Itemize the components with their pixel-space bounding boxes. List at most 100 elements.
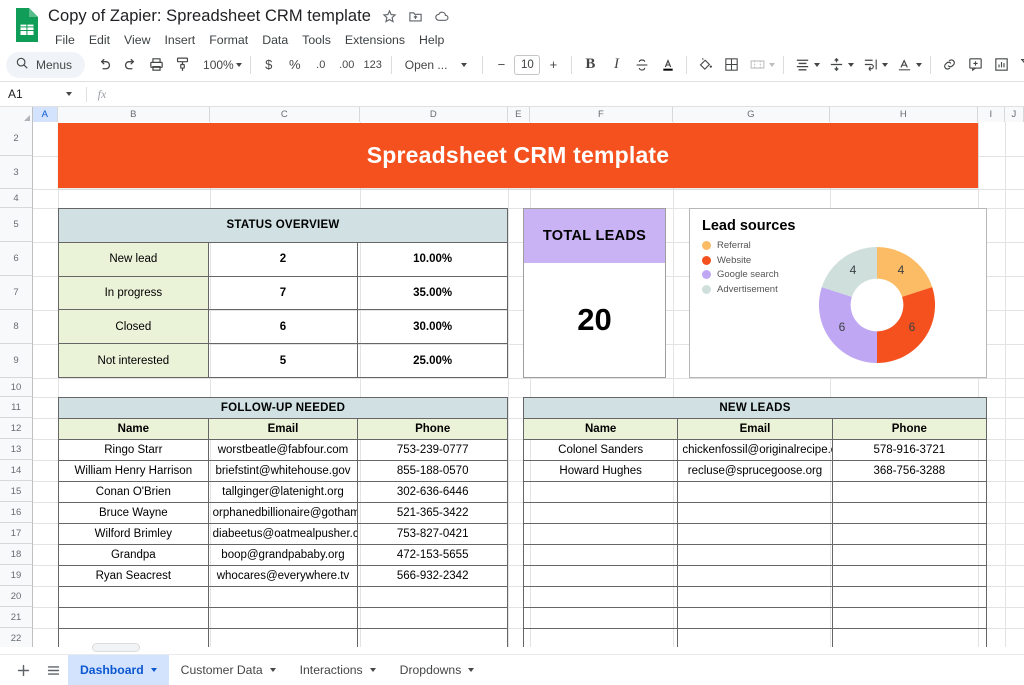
- column-header-d[interactable]: D: [360, 107, 508, 122]
- add-sheet-icon[interactable]: [8, 657, 38, 683]
- cells-area[interactable]: Spreadsheet CRM template STATUS OVERVIEW…: [33, 122, 1024, 647]
- document-title[interactable]: Copy of Zapier: Spreadsheet CRM template: [48, 6, 371, 26]
- row-header-3[interactable]: 3: [0, 156, 32, 189]
- percent-format-button[interactable]: %: [282, 52, 308, 78]
- menu-edit[interactable]: Edit: [82, 30, 117, 51]
- row-header-10[interactable]: 10: [0, 378, 32, 397]
- name-box-chevron-down-icon[interactable]: [66, 92, 72, 96]
- undo-icon[interactable]: [91, 52, 117, 78]
- font-size-input[interactable]: 10: [514, 55, 540, 75]
- increase-font-size-button[interactable]: +: [540, 52, 566, 78]
- fill-color-icon[interactable]: [692, 52, 718, 78]
- row-header-9[interactable]: 9: [0, 344, 32, 378]
- rotation-chevron-down-icon[interactable]: [916, 63, 922, 67]
- menu-format[interactable]: Format: [202, 30, 255, 51]
- insert-link-icon[interactable]: [936, 52, 962, 78]
- more-formats-button[interactable]: 123: [360, 52, 386, 78]
- menu-file[interactable]: File: [48, 30, 82, 51]
- create-filter-icon[interactable]: [1014, 52, 1024, 78]
- row-header-21[interactable]: 21: [0, 607, 32, 628]
- row-header-4[interactable]: 4: [0, 189, 32, 208]
- donut-chart: 4 6 6 4: [779, 238, 976, 371]
- column-header-h[interactable]: H: [830, 107, 978, 122]
- column-header-f[interactable]: F: [530, 107, 673, 122]
- sheet-tab-interactions[interactable]: Interactions: [288, 655, 388, 685]
- sheets-logo-icon[interactable]: [12, 6, 42, 44]
- row-header-5[interactable]: 5: [0, 208, 32, 242]
- insert-chart-icon[interactable]: [988, 52, 1014, 78]
- decrease-font-size-button[interactable]: −: [488, 52, 514, 78]
- currency-format-button[interactable]: $: [256, 52, 282, 78]
- strikethrough-icon[interactable]: [629, 52, 655, 78]
- row-header-8[interactable]: 8: [0, 310, 32, 344]
- column-header-b[interactable]: B: [58, 107, 210, 122]
- row-header-6[interactable]: 6: [0, 242, 32, 276]
- row-header-17[interactable]: 17: [0, 523, 32, 544]
- column-header-e[interactable]: E: [508, 107, 530, 122]
- row-header-13[interactable]: 13: [0, 439, 32, 460]
- insert-comment-icon[interactable]: [962, 52, 988, 78]
- merge-cells-icon[interactable]: [744, 52, 770, 78]
- horizontal-scrollbar[interactable]: [92, 643, 140, 652]
- all-sheets-icon[interactable]: [38, 657, 68, 683]
- menu-extensions[interactable]: Extensions: [338, 30, 412, 51]
- horizontal-align-icon[interactable]: [789, 52, 815, 78]
- legend-label: Referral: [717, 240, 751, 251]
- cloud-saved-icon[interactable]: [434, 9, 450, 24]
- paint-format-icon[interactable]: [169, 52, 195, 78]
- column-header-i[interactable]: I: [978, 107, 1005, 122]
- menus-search-button[interactable]: Menus: [6, 52, 85, 78]
- merge-chevron-down-icon[interactable]: [769, 63, 775, 67]
- chevron-down-icon[interactable]: [468, 668, 474, 672]
- borders-icon[interactable]: [718, 52, 744, 78]
- row-header-19[interactable]: 19: [0, 565, 32, 586]
- sheet-tab-customer-data[interactable]: Customer Data: [169, 655, 288, 685]
- text-color-icon[interactable]: [655, 52, 681, 78]
- row-header-18[interactable]: 18: [0, 544, 32, 565]
- print-icon[interactable]: [143, 52, 169, 78]
- chevron-down-icon[interactable]: [270, 668, 276, 672]
- select-all-corner[interactable]: [0, 107, 33, 122]
- chevron-down-icon[interactable]: [151, 668, 157, 672]
- move-to-folder-icon[interactable]: [408, 9, 423, 24]
- menu-insert[interactable]: Insert: [157, 30, 202, 51]
- row-header-16[interactable]: 16: [0, 502, 32, 523]
- bold-button[interactable]: B: [577, 52, 603, 78]
- menu-help[interactable]: Help: [412, 30, 451, 51]
- zoom-control[interactable]: 100%: [195, 52, 245, 78]
- vertical-align-icon[interactable]: [823, 52, 849, 78]
- row-header-20[interactable]: 20: [0, 586, 32, 607]
- row-header-22[interactable]: 22: [0, 628, 32, 647]
- menu-tools[interactable]: Tools: [295, 30, 338, 51]
- formula-input[interactable]: [117, 82, 1024, 106]
- redo-icon[interactable]: [117, 52, 143, 78]
- row-header-15[interactable]: 15: [0, 481, 32, 502]
- sheet-tab-dashboard[interactable]: Dashboard: [68, 655, 169, 685]
- text-rotation-icon[interactable]: [891, 52, 917, 78]
- menu-view[interactable]: View: [117, 30, 157, 51]
- valign-chevron-down-icon[interactable]: [848, 63, 854, 67]
- chevron-down-icon[interactable]: [370, 668, 376, 672]
- italic-button[interactable]: I: [603, 52, 629, 78]
- row-header-14[interactable]: 14: [0, 460, 32, 481]
- text-wrapping-icon[interactable]: [857, 52, 883, 78]
- wrap-chevron-down-icon[interactable]: [882, 63, 888, 67]
- column-header-j[interactable]: J: [1005, 107, 1024, 122]
- star-icon[interactable]: [382, 9, 397, 24]
- lead-sources-chart[interactable]: Lead sources Referral Website: [689, 208, 987, 378]
- row-header-7[interactable]: 7: [0, 276, 32, 310]
- column-header-g[interactable]: G: [673, 107, 830, 122]
- increase-decimal-button[interactable]: .00: [334, 52, 360, 78]
- name-box[interactable]: A1: [0, 82, 86, 106]
- halign-chevron-down-icon[interactable]: [814, 63, 820, 67]
- column-header-c[interactable]: C: [210, 107, 360, 122]
- sheet-tab-dropdowns[interactable]: Dropdowns: [388, 655, 487, 685]
- menu-data[interactable]: Data: [255, 30, 295, 51]
- column-header-a[interactable]: A: [33, 107, 58, 122]
- row-header-12[interactable]: 12: [0, 418, 32, 439]
- decrease-decimal-button[interactable]: .0: [308, 52, 334, 78]
- font-family-selector[interactable]: Open ...: [397, 52, 452, 78]
- font-family-chevron-icon[interactable]: [451, 52, 477, 78]
- row-header-11[interactable]: 11: [0, 397, 32, 418]
- row-header-2[interactable]: 2: [0, 122, 32, 156]
